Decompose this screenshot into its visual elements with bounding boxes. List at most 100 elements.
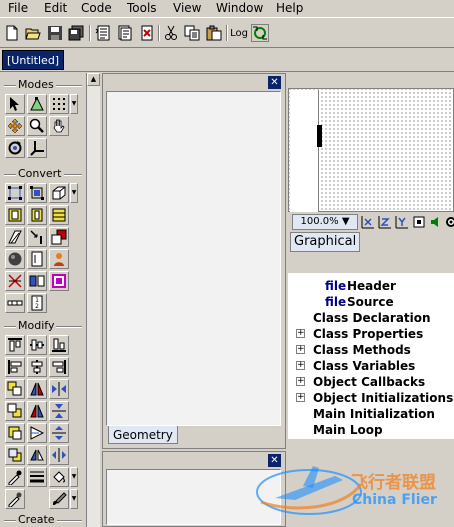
tab-graphical[interactable]: Graphical: [290, 232, 361, 252]
brush-dropdown-arrow[interactable]: ▼: [70, 489, 78, 509]
send-back-button[interactable]: [5, 401, 25, 421]
flip-vertical-button[interactable]: [49, 401, 69, 421]
pan-mode-button[interactable]: [49, 116, 69, 136]
menu-code[interactable]: Code: [81, 0, 112, 16]
zoom-dropdown-arrow: ▼: [341, 216, 350, 227]
tab-geometry[interactable]: Geometry: [108, 426, 178, 444]
move-mode-button[interactable]: [5, 116, 25, 136]
open-button[interactable]: [24, 24, 42, 42]
save-button[interactable]: [46, 24, 64, 42]
convert-split-button[interactable]: [27, 271, 47, 291]
send-backward-button[interactable]: [5, 445, 25, 465]
pick-color-button[interactable]: [5, 489, 25, 509]
convert-to-one-button[interactable]: [27, 227, 47, 247]
distribute-vertical-button[interactable]: [49, 423, 69, 443]
convert-page-button[interactable]: [27, 249, 47, 269]
flip-b-button[interactable]: [27, 401, 47, 421]
paste-button[interactable]: [205, 24, 223, 42]
convert-group-button[interactable]: [27, 183, 47, 203]
menu-help[interactable]: Help: [276, 0, 303, 16]
bring-front-button[interactable]: [5, 379, 25, 399]
new-file-button[interactable]: [3, 24, 21, 42]
align-top-button[interactable]: [5, 335, 25, 355]
convert-sphere-button[interactable]: [5, 249, 25, 269]
eyedropper-button[interactable]: [5, 467, 25, 487]
geometry-list[interactable]: [106, 91, 281, 426]
save-all-button[interactable]: [67, 24, 85, 42]
log-button[interactable]: Log: [230, 24, 248, 42]
delete-document-button[interactable]: [138, 24, 156, 42]
refresh-build-button[interactable]: [251, 24, 269, 42]
skew-button[interactable]: [27, 423, 47, 443]
mirror-button[interactable]: [27, 445, 47, 465]
settings-button[interactable]: [443, 214, 454, 230]
flip-horizontal-button[interactable]: [49, 379, 69, 399]
convert-frame-button[interactable]: [49, 271, 69, 291]
speaker-button[interactable]: [428, 214, 444, 230]
rotate-z-button[interactable]: [377, 214, 393, 230]
convert-sprite-button[interactable]: [49, 249, 69, 269]
convert-box-button[interactable]: [5, 183, 25, 203]
convert-number-button[interactable]: 12: [27, 293, 47, 313]
palette-scrollbar[interactable]: ▲: [86, 73, 100, 527]
convert-image-button[interactable]: [49, 227, 69, 247]
expand-plus-icon[interactable]: +: [296, 393, 305, 402]
flip-a-button[interactable]: [27, 379, 47, 399]
grid-mode-button[interactable]: [49, 94, 69, 114]
cut-button[interactable]: [162, 24, 180, 42]
distribute-horizontal-button[interactable]: [49, 445, 69, 465]
watermark-logo: 飞行者联盟 China Flier: [255, 454, 454, 527]
properties-button[interactable]: [94, 24, 112, 42]
fill-dropdown-arrow[interactable]: ▼: [70, 467, 78, 487]
convert-3d-button[interactable]: [49, 183, 69, 203]
menu-edit[interactable]: Edit: [44, 0, 67, 16]
brush-button[interactable]: [49, 489, 69, 509]
convert-yellow-c-button[interactable]: [49, 205, 69, 225]
align-middle-button[interactable]: [27, 335, 47, 355]
convert-bar-button[interactable]: [5, 293, 25, 313]
convert-cross-button[interactable]: [5, 271, 25, 291]
expand-plus-icon[interactable]: +: [296, 345, 305, 354]
grid-dropdown-arrow[interactable]: ▼: [70, 94, 78, 114]
convert-dropdown-arrow[interactable]: ▼: [70, 183, 78, 203]
expand-plus-icon[interactable]: +: [296, 329, 305, 338]
select-mode-button[interactable]: [5, 94, 25, 114]
menu-view[interactable]: View: [173, 0, 201, 16]
align-bottom-button[interactable]: [49, 335, 69, 355]
close-geometry-panel-button[interactable]: ✕: [268, 76, 281, 89]
rotate-x-button[interactable]: [360, 214, 376, 230]
zoom-mode-button[interactable]: [27, 116, 47, 136]
align-right-button[interactable]: [49, 357, 69, 377]
view-box-button[interactable]: [411, 214, 427, 230]
tab-untitled[interactable]: [Untitled]: [2, 50, 65, 70]
rotate-y-button[interactable]: [394, 214, 410, 230]
mirror-icon: [30, 449, 44, 461]
rotate-mode-button[interactable]: [5, 138, 25, 158]
scroll-up-arrow[interactable]: ▲: [87, 73, 100, 86]
document-button[interactable]: [116, 24, 134, 42]
fill-button[interactable]: [49, 467, 69, 487]
menu-window[interactable]: Window: [216, 0, 263, 16]
tree-item-label: Class Variables: [313, 359, 416, 373]
zoom-select[interactable]: 100.0% ▼: [292, 214, 358, 230]
bring-forward-button[interactable]: [5, 423, 25, 443]
align-center-button[interactable]: [27, 357, 47, 377]
design-canvas[interactable]: [288, 88, 454, 212]
copy-button[interactable]: [183, 24, 201, 42]
align-right-icon: [52, 360, 66, 374]
align-left-button[interactable]: [5, 357, 25, 377]
skew-arrow-icon: [30, 426, 45, 440]
convert-label: Convert: [16, 167, 64, 181]
convert-shear-button[interactable]: [5, 227, 25, 247]
line-style-button[interactable]: [27, 467, 47, 487]
convert-yellow-a-button[interactable]: [5, 205, 25, 225]
split-panel-icon: [29, 275, 45, 287]
menu-file[interactable]: File: [8, 0, 28, 16]
number-list-icon: 12: [31, 295, 43, 311]
expand-plus-icon[interactable]: +: [296, 377, 305, 386]
convert-yellow-b-button[interactable]: [27, 205, 47, 225]
expand-plus-icon[interactable]: +: [296, 361, 305, 370]
menu-tools[interactable]: Tools: [127, 0, 157, 16]
node-edit-mode-button[interactable]: [27, 94, 47, 114]
origin-mode-button[interactable]: [27, 138, 47, 158]
